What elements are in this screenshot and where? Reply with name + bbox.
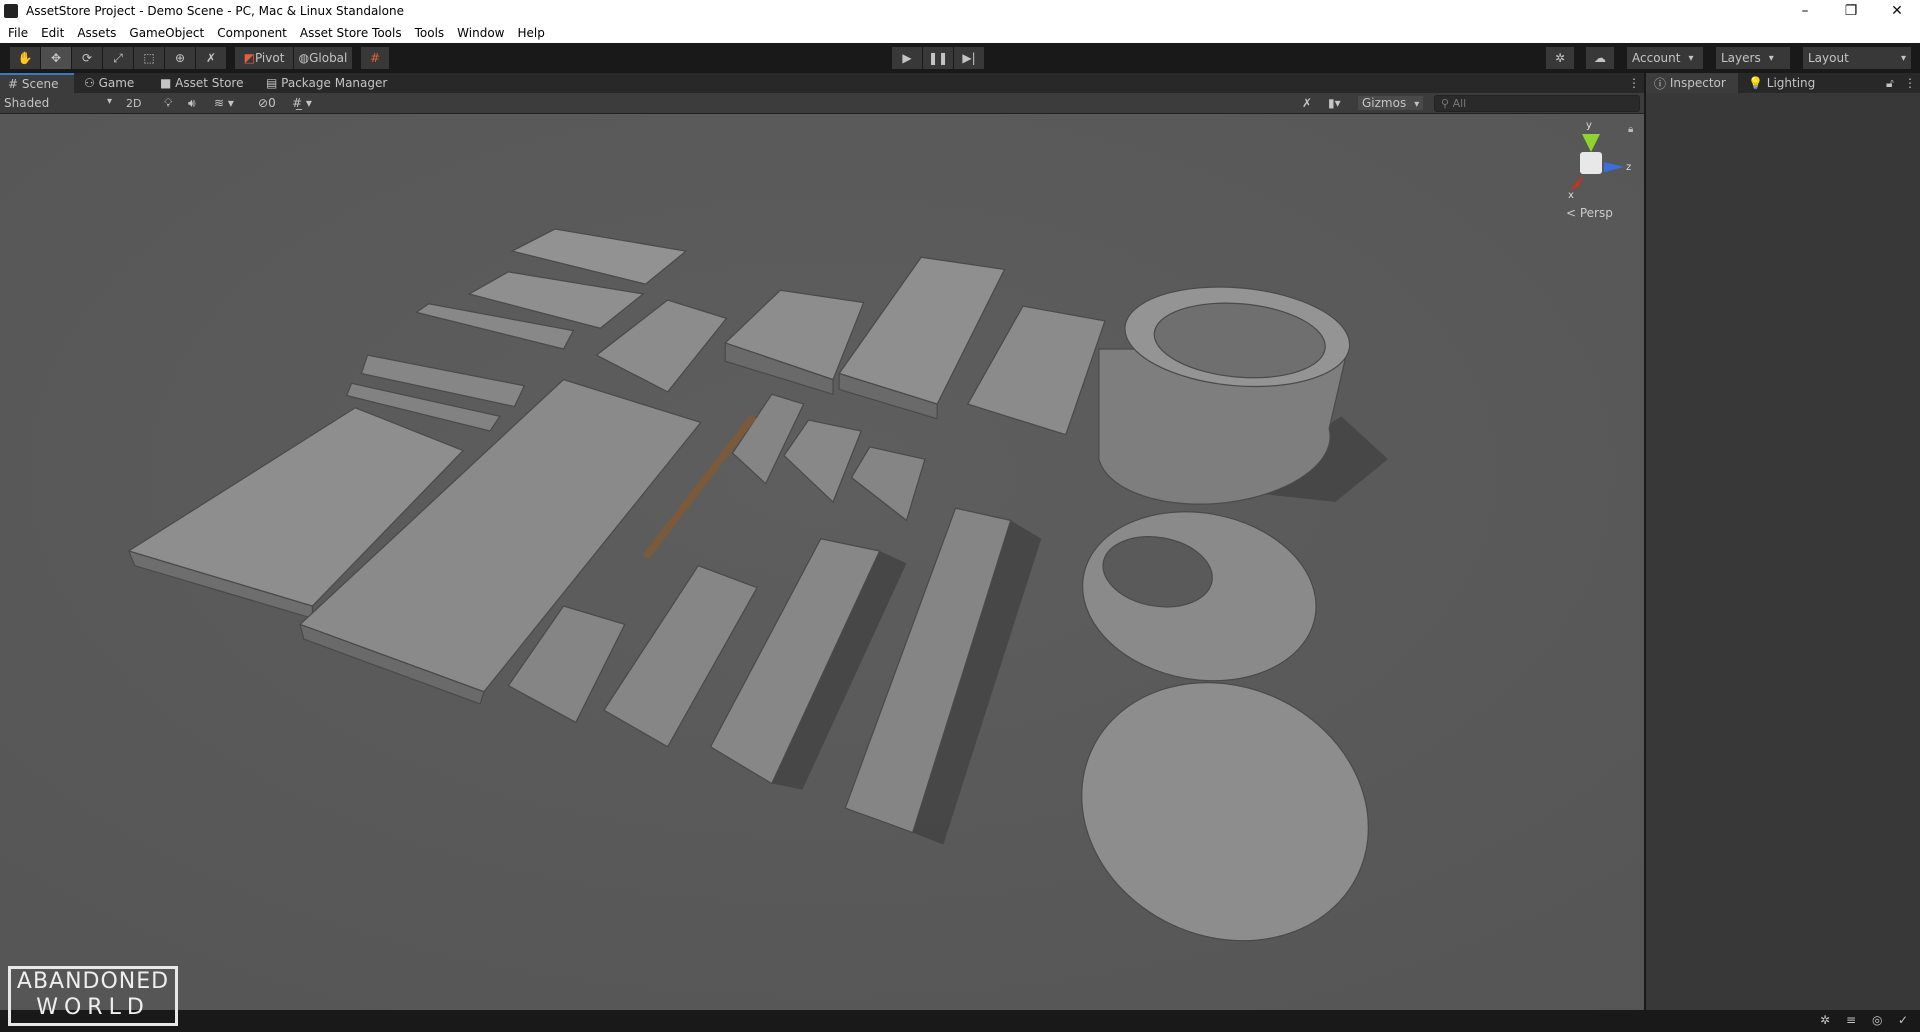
menu-assets[interactable]: Assets xyxy=(77,26,116,40)
menu-window[interactable]: Window xyxy=(457,26,504,40)
layout-dropdown[interactable]: Layout xyxy=(1803,47,1911,69)
minimize-button[interactable]: – xyxy=(1782,0,1828,22)
hidden-objects-toggle[interactable]: ⊘0 xyxy=(258,96,276,110)
orientation-gizmo[interactable]: y z x 🔒︎ < Persp xyxy=(1560,118,1640,220)
scene-viewport[interactable]: y z x 🔒︎ < Persp xyxy=(0,114,1644,1010)
camera-dropdown-icon[interactable]: ▮▾ xyxy=(1328,96,1341,110)
audio-toggle-icon[interactable]: 🔊︎ xyxy=(188,96,196,111)
title-bar: AssetStore Project - Demo Scene - PC, Ma… xyxy=(0,0,1920,22)
hand-tool-button[interactable]: ✋ xyxy=(10,47,40,69)
menu-help[interactable]: Help xyxy=(518,26,545,40)
menu-file[interactable]: File xyxy=(8,26,28,40)
tab-lighting[interactable]: 💡 Lighting xyxy=(1740,73,1823,93)
account-dropdown[interactable]: Account xyxy=(1627,47,1703,69)
auto-generate-lighting-icon[interactable]: ◎ xyxy=(1872,1013,1882,1027)
pivot-icon: ◩ xyxy=(243,51,255,65)
gizmo-center-cube[interactable] xyxy=(1580,152,1602,174)
unity-icon xyxy=(4,4,18,18)
scene-icon: # xyxy=(8,77,22,91)
shading-dropdown[interactable]: Shaded xyxy=(4,96,116,110)
cloud-icon[interactable]: ☁ xyxy=(1586,47,1614,69)
tools-icon[interactable]: ✗ xyxy=(1302,96,1312,110)
scene-render xyxy=(0,114,1644,1010)
tab-bar: # Scene ⚇ Game ■ Asset Store ▤ Package M… xyxy=(0,73,1920,93)
menu-component[interactable]: Component xyxy=(217,26,287,40)
global-toggle[interactable]: ◍ Global xyxy=(294,47,352,69)
globe-icon: ◍ xyxy=(298,51,310,65)
inspector-more-menu[interactable]: ⋮ xyxy=(1896,73,1920,93)
x-axis-cone[interactable] xyxy=(1570,174,1584,190)
gizmos-dropdown[interactable]: Gizmos xyxy=(1358,96,1424,110)
menu-edit[interactable]: Edit xyxy=(41,26,64,40)
2d-toggle[interactable]: 2D xyxy=(126,97,141,110)
y-axis-cone[interactable] xyxy=(1582,134,1600,152)
custom-tool-button[interactable]: ✗ xyxy=(196,47,226,69)
bag-icon: ■ xyxy=(160,76,176,90)
projection-toggle[interactable]: < Persp xyxy=(1566,206,1613,220)
menu-bar: File Edit Assets GameObject Component As… xyxy=(0,22,1920,43)
eye-slash-icon: ⊘ xyxy=(258,96,269,110)
menu-gameobject[interactable]: GameObject xyxy=(129,26,204,40)
rotate-tool-button[interactable]: ⟳ xyxy=(72,47,102,69)
menu-tools[interactable]: Tools xyxy=(415,26,445,40)
bug-icon[interactable]: ✲ xyxy=(1820,1013,1830,1027)
status-bar: ✲ ≡ ◎ ✓ xyxy=(0,1010,1920,1032)
check-icon[interactable]: ✓ xyxy=(1898,1013,1908,1027)
play-button[interactable]: ▶ xyxy=(892,47,922,69)
cache-server-icon[interactable]: ≡ xyxy=(1846,1013,1856,1027)
effects-toggle-icon[interactable]: ≋ ▾ xyxy=(214,96,234,110)
transform-tool-button[interactable]: ⊕ xyxy=(165,47,195,69)
inspector-panel xyxy=(1646,93,1920,1010)
info-icon: ⓘ xyxy=(1654,76,1670,91)
pause-button[interactable]: ❚❚ xyxy=(923,47,953,69)
z-axis-cone[interactable] xyxy=(1604,162,1624,172)
abandoned-world-logo: ABANDONED WORLD xyxy=(8,966,178,1026)
grid-snap-button[interactable]: # xyxy=(361,47,389,69)
bulb-icon: 💡 xyxy=(1748,76,1767,90)
collab-icon[interactable]: ✲ xyxy=(1546,47,1574,69)
menu-asset-store-tools[interactable]: Asset Store Tools xyxy=(300,26,402,40)
gamepad-icon: ⚇ xyxy=(84,76,99,90)
package-icon: ▤ xyxy=(266,76,282,90)
gizmo-lock-icon[interactable]: 🔒︎ xyxy=(1628,124,1633,135)
tab-asset-store[interactable]: ■ Asset Store xyxy=(152,73,252,93)
tab-game[interactable]: ⚇ Game xyxy=(76,73,142,93)
restore-button[interactable]: ❐ xyxy=(1828,0,1874,22)
step-button[interactable]: ▶| xyxy=(954,47,984,69)
scale-tool-button[interactable]: ⤢ xyxy=(103,47,133,69)
main-toolbar: ✋ ✥ ⟳ ⤢ ⬚ ⊕ ✗ ◩ Pivot ◍ Global # ▶ ❚❚ ▶| ✲… xyxy=(0,43,1920,73)
layers-dropdown[interactable]: Layers xyxy=(1716,47,1790,69)
tab-package-manager[interactable]: ▤ Package Manager xyxy=(258,73,395,93)
scene-toolbar: Shaded 2D 💡︎ 🔊︎ ≋ ▾ ⊘0 #̲ ▾ ✗ ▮▾ Gizmos … xyxy=(0,93,1644,114)
grid-toggle-icon[interactable]: #̲ ▾ xyxy=(292,96,312,110)
window-title: AssetStore Project - Demo Scene - PC, Ma… xyxy=(26,4,404,18)
tab-scene[interactable]: # Scene xyxy=(0,73,74,93)
pivot-toggle[interactable]: ◩ Pivot xyxy=(235,47,293,69)
lighting-toggle-icon[interactable]: 💡︎ xyxy=(164,96,172,111)
close-button[interactable]: ✕ xyxy=(1874,0,1920,22)
scene-search-input[interactable]: ⚲ All xyxy=(1434,95,1640,112)
rect-tool-button[interactable]: ⬚ xyxy=(134,47,164,69)
move-tool-button[interactable]: ✥ xyxy=(41,47,71,69)
tab-inspector[interactable]: ⓘ Inspector xyxy=(1646,73,1738,93)
